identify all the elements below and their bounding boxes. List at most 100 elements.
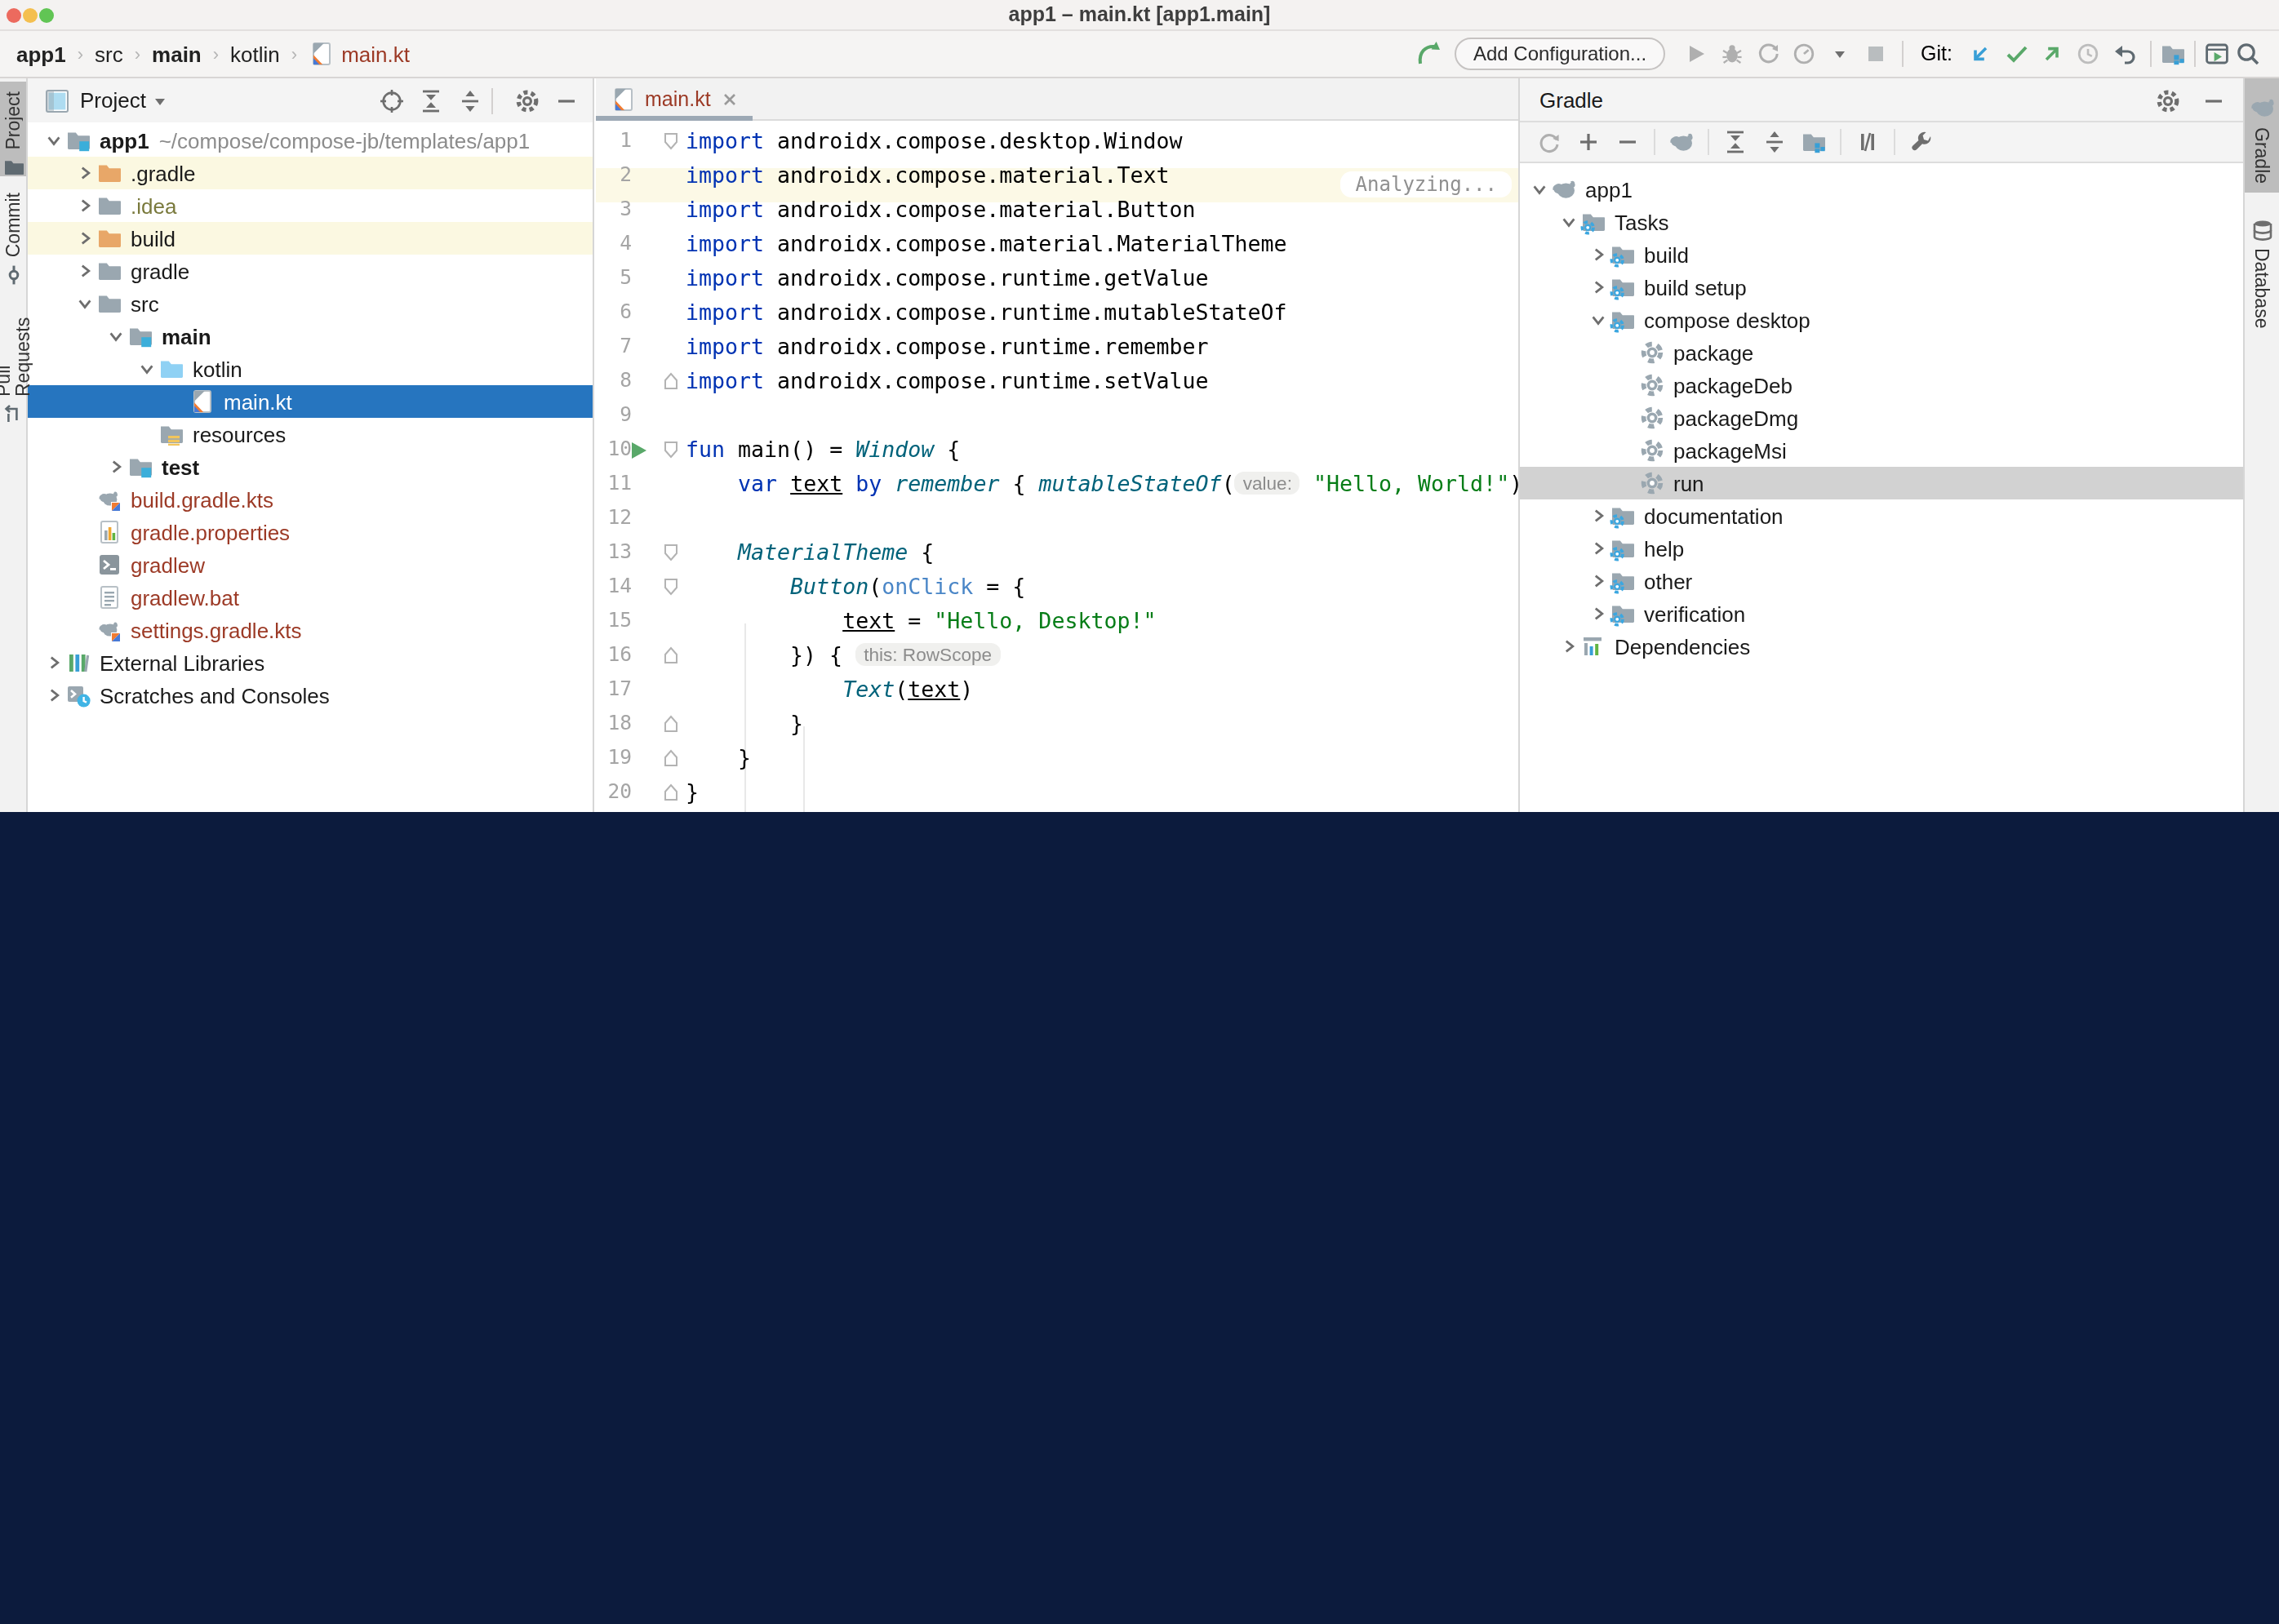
project-tree-item-gradlew[interactable]: gradlew xyxy=(28,548,593,581)
gradle-tree-item-documentation[interactable]: documentation xyxy=(1520,499,2243,532)
gradle-tree-item-dependencies[interactable]: Dependencies xyxy=(1520,630,2243,663)
gradle-tree-item-packagedeb[interactable]: packageDeb xyxy=(1520,369,2243,402)
code-line-1[interactable]: import androidx.compose.desktop.Window xyxy=(686,124,1182,158)
code-line-11[interactable]: var text by remember { mutableStateOf(va… xyxy=(686,467,1518,501)
gradle-settings-gear-icon[interactable] xyxy=(2155,87,2181,113)
code-line-20[interactable]: } xyxy=(686,775,699,810)
folder-orange-icon xyxy=(96,160,122,186)
code-line-16[interactable]: }) { this: RowScope xyxy=(686,638,1000,672)
code-line-3[interactable]: import androidx.compose.material.Button xyxy=(686,193,1195,227)
fold-marker[interactable] xyxy=(661,124,681,158)
project-settings-gear-icon[interactable] xyxy=(514,87,540,113)
breadcrumb-item[interactable]: main.kt xyxy=(341,42,410,66)
code-line-2[interactable]: import androidx.compose.material.Text xyxy=(686,158,1169,193)
tool-window-button-project[interactable]: Project xyxy=(0,82,26,176)
project-tree-item-external-libraries[interactable]: External Libraries xyxy=(28,646,593,679)
gradle-tree-item-package[interactable]: package xyxy=(1520,336,2243,369)
code-line-4[interactable]: import androidx.compose.material.Materia… xyxy=(686,227,1287,261)
execute-gradle-task-icon[interactable] xyxy=(1668,129,1695,155)
gradle-tree-item-tasks[interactable]: Tasks xyxy=(1520,206,2243,238)
tree-item-label: help xyxy=(1644,536,1684,561)
tool-window-button-database[interactable]: Database xyxy=(2245,202,2279,317)
tool-window-button-commit[interactable]: Commit xyxy=(0,183,26,268)
gradle-tree-item-build-setup[interactable]: build setup xyxy=(1520,271,2243,304)
gradle-tree-item-other[interactable]: other xyxy=(1520,565,2243,597)
library-icon xyxy=(65,650,91,676)
tree-chevron-icon xyxy=(1589,246,1606,263)
tree-item-path: ~/compose/compose-jb/templates/app1 xyxy=(159,128,531,153)
collapse-all-icon[interactable] xyxy=(1761,129,1788,155)
fold-marker[interactable] xyxy=(661,364,681,398)
hide-project-panel-icon[interactable] xyxy=(553,87,580,113)
project-panel-title[interactable]: Project xyxy=(80,88,146,113)
project-tree-item-build-gradle-kts[interactable]: build.gradle.kts xyxy=(28,483,593,516)
collapse-all-icon[interactable] xyxy=(457,87,483,113)
breadcrumb-item[interactable]: src xyxy=(95,42,123,66)
attach-gradle-project-icon[interactable] xyxy=(1575,129,1602,155)
code-line-19[interactable]: } xyxy=(686,741,751,775)
tool-window-button-pull-requests[interactable]: Pull Requests xyxy=(0,277,26,424)
code-line-8[interactable]: import androidx.compose.runtime.setValue xyxy=(686,364,1208,398)
breadcrumb-item[interactable]: kotlin xyxy=(230,42,280,66)
project-tree-item-scratches-and-consoles[interactable]: Scratches and Consoles xyxy=(28,679,593,712)
group-modules-icon[interactable] xyxy=(1801,129,1827,155)
tree-chevron-icon xyxy=(1589,573,1606,589)
gradle-settings-icon[interactable] xyxy=(1908,129,1935,155)
add-configuration-button[interactable]: Add Configuration... xyxy=(1455,38,1664,70)
toggle-offline-icon[interactable] xyxy=(1855,129,1881,155)
fold-marker[interactable] xyxy=(661,741,681,775)
tool-pullrequests-icon xyxy=(2,403,24,424)
project-tree-item-settings-gradle-kts[interactable]: settings.gradle.kts xyxy=(28,614,593,646)
locate-file-icon[interactable] xyxy=(379,87,405,113)
tab-main-kt[interactable]: main.kt xyxy=(596,78,753,121)
run-gutter-icon[interactable] xyxy=(627,433,650,467)
expand-all-icon[interactable] xyxy=(418,87,444,113)
fold-marker[interactable] xyxy=(661,707,681,741)
reimport-gradle-icon[interactable] xyxy=(1536,129,1562,155)
project-tree-item-src[interactable]: src xyxy=(28,287,593,320)
tree-chevron-icon xyxy=(1589,540,1606,557)
code-line-18[interactable]: } xyxy=(686,707,803,741)
project-tree-item-kotlin[interactable]: kotlin xyxy=(28,353,593,385)
fold-marker[interactable] xyxy=(661,570,681,604)
folder-gear-icon xyxy=(1610,307,1636,333)
project-tree-item-main[interactable]: main xyxy=(28,320,593,353)
code-line-17[interactable]: Text(text) xyxy=(686,672,973,707)
gradle-tree-item-app1[interactable]: app1 xyxy=(1520,173,2243,206)
project-tree-item-gradle[interactable]: gradle xyxy=(28,255,593,287)
project-tree-item-resources[interactable]: resources xyxy=(28,418,593,450)
gradle-tree-item-packagedmg[interactable]: packageDmg xyxy=(1520,402,2243,434)
hide-gradle-panel-icon[interactable] xyxy=(2201,87,2227,113)
gradle-tree-item-compose-desktop[interactable]: compose desktop xyxy=(1520,304,2243,336)
detach-gradle-project-icon[interactable] xyxy=(1615,129,1641,155)
gradle-tree-item-verification[interactable]: verification xyxy=(1520,597,2243,630)
breadcrumb-item[interactable]: app1 xyxy=(16,42,66,66)
project-tree-item-app1[interactable]: app1~/compose/compose-jb/templates/app1 xyxy=(28,124,593,157)
project-tree-item-test[interactable]: test xyxy=(28,450,593,483)
gradle-tree-item-run[interactable]: run xyxy=(1520,467,2243,499)
code-line-15[interactable]: text = "Hello, Desktop!" xyxy=(686,604,1156,638)
fold-marker[interactable] xyxy=(661,433,681,467)
fold-marker[interactable] xyxy=(661,638,681,672)
code-line-6[interactable]: import androidx.compose.runtime.mutableS… xyxy=(686,295,1287,330)
gradle-tree-item-build[interactable]: build xyxy=(1520,238,2243,271)
code-line-13[interactable]: MaterialTheme { xyxy=(686,535,934,570)
fold-marker[interactable] xyxy=(661,775,681,810)
gradle-tree-item-packagemsi[interactable]: packageMsi xyxy=(1520,434,2243,467)
code-line-5[interactable]: import androidx.compose.runtime.getValue xyxy=(686,261,1208,295)
code-line-7[interactable]: import androidx.compose.runtime.remember xyxy=(686,330,1208,364)
breadcrumb-item[interactable]: main xyxy=(152,42,202,66)
project-tree-item-gradlew-bat[interactable]: gradlew.bat xyxy=(28,581,593,614)
tool-window-button-gradle[interactable]: Gradle xyxy=(2245,78,2279,193)
code-line-10[interactable]: fun main() = Window { xyxy=(686,433,960,467)
project-tree-item--idea[interactable]: .idea xyxy=(28,189,593,222)
gradle-tree-item-help[interactable]: help xyxy=(1520,532,2243,565)
code-line-14[interactable]: Button(onClick = { xyxy=(686,570,1025,604)
close-tab-icon[interactable] xyxy=(722,91,739,108)
project-tree-item-gradle-properties[interactable]: gradle.properties xyxy=(28,516,593,548)
project-tree-item--gradle[interactable]: .gradle xyxy=(28,157,593,189)
expand-all-icon[interactable] xyxy=(1722,129,1748,155)
fold-marker[interactable] xyxy=(661,535,681,570)
project-tree-item-build[interactable]: build xyxy=(28,222,593,255)
project-tree-item-main-kt[interactable]: main.kt xyxy=(28,385,593,418)
